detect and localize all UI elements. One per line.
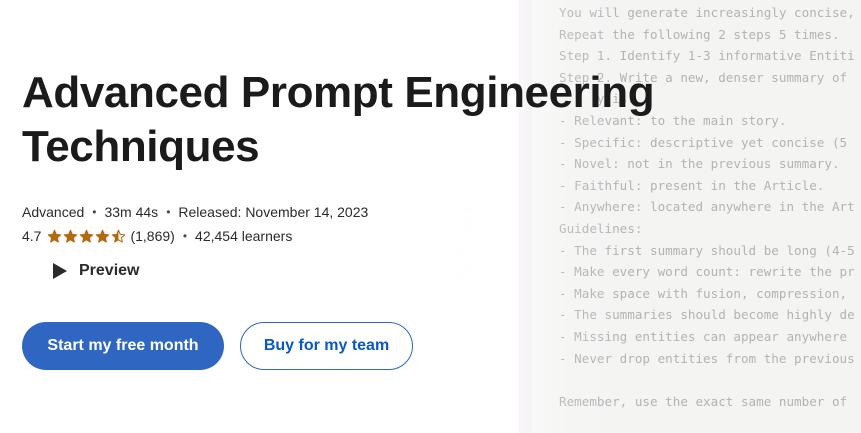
star-full-icon — [96, 229, 110, 243]
course-title: Advanced Prompt Engineering Techniques — [22, 68, 655, 171]
star-full-icon — [80, 229, 94, 243]
rating-stars — [47, 229, 126, 244]
rating-count[interactable]: (1,869) — [130, 227, 174, 245]
separator-dot: • — [182, 229, 188, 243]
star-half-icon — [112, 229, 126, 243]
start-free-month-button[interactable]: Start my free month — [22, 322, 224, 370]
play-icon — [53, 263, 67, 279]
course-duration: 33m 44s — [104, 204, 159, 220]
learner-count: 42,454 learners — [195, 228, 293, 244]
preview-label: Preview — [79, 262, 140, 279]
course-release-date: Released: November 14, 2023 — [178, 204, 369, 220]
course-meta: Advanced • 33m 44s • Released: November … — [22, 203, 368, 221]
star-full-icon — [48, 229, 62, 243]
preview-button[interactable]: Preview — [52, 262, 139, 280]
buy-for-team-button[interactable]: Buy for my team — [240, 322, 413, 370]
course-level: Advanced — [22, 204, 85, 220]
separator-dot: • — [166, 205, 171, 219]
course-rating-row: 4.7 (1,869) • 42,454 learners — [22, 227, 292, 245]
separator-dot: • — [92, 205, 97, 219]
star-full-icon — [64, 229, 78, 243]
rating-value: 4.7 — [22, 228, 42, 244]
